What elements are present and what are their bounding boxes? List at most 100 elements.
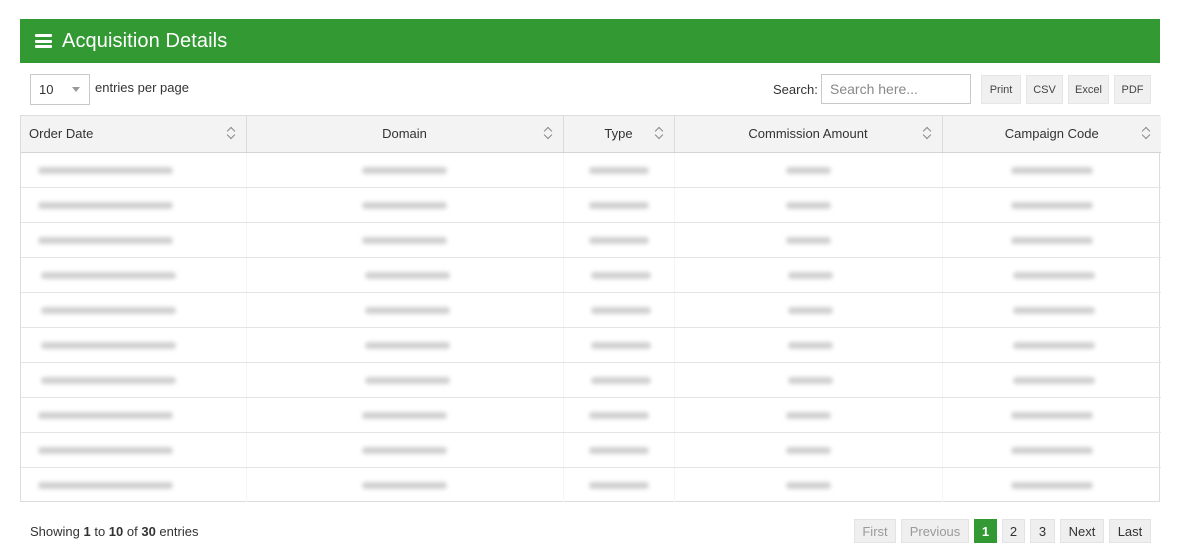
table-cell	[21, 187, 247, 223]
redacted-value	[785, 412, 831, 419]
column-label: Order Date	[29, 126, 94, 142]
print-button[interactable]: Print	[981, 75, 1021, 104]
redacted-value	[591, 272, 651, 279]
redacted-value	[785, 202, 831, 209]
table-cell	[246, 152, 564, 188]
redacted-value	[788, 342, 833, 349]
table-row[interactable]	[21, 397, 1161, 433]
table-row[interactable]	[21, 257, 1161, 293]
table-cell	[21, 292, 247, 328]
pagination-next[interactable]: Next	[1060, 519, 1104, 543]
hamburger-icon[interactable]	[35, 34, 52, 48]
redacted-value	[588, 237, 649, 244]
table-cell	[674, 222, 943, 258]
table-cell	[563, 397, 675, 433]
column-header-domain[interactable]: Domain	[246, 116, 564, 153]
sort-icon	[655, 127, 664, 140]
redacted-value	[588, 447, 649, 454]
redacted-value	[40, 342, 176, 349]
excel-export-button[interactable]: Excel	[1068, 75, 1109, 104]
redacted-value	[588, 202, 649, 209]
table-cell	[563, 292, 675, 328]
redacted-value	[364, 342, 450, 349]
info-to: to	[90, 524, 109, 539]
table-row[interactable]	[21, 327, 1161, 363]
table-cell	[674, 432, 943, 468]
table-cell	[21, 467, 247, 502]
redacted-value	[362, 482, 447, 490]
info-end: 10	[108, 524, 124, 539]
sort-icon	[227, 127, 236, 140]
pagination-last[interactable]: Last	[1109, 519, 1151, 543]
table-cell	[674, 362, 943, 398]
acquisition-table: Order Date Domain Type Commission Amount…	[20, 115, 1161, 502]
pagination-page-2[interactable]: 2	[1002, 519, 1025, 543]
table-row[interactable]	[21, 187, 1161, 223]
entries-per-page-select[interactable]: 10	[30, 74, 90, 105]
table-cell	[942, 432, 1161, 468]
pagination-first[interactable]: First	[854, 519, 896, 543]
search-input[interactable]	[821, 74, 971, 104]
table-info: Showing 1 to 10 of 30 entries	[30, 524, 198, 539]
table-row[interactable]	[21, 362, 1161, 398]
redacted-value	[788, 377, 833, 384]
pagination-page-3[interactable]: 3	[1030, 519, 1055, 543]
redacted-value	[1010, 447, 1093, 454]
column-header-commission-amount[interactable]: Commission Amount	[674, 116, 943, 153]
table-cell	[563, 467, 675, 502]
entries-per-page-label: entries per page	[95, 80, 189, 95]
redacted-value	[591, 342, 651, 349]
pagination-page-1[interactable]: 1	[974, 519, 997, 543]
redacted-value	[588, 482, 649, 490]
csv-export-button[interactable]: CSV	[1026, 75, 1063, 104]
sort-icon	[544, 127, 553, 140]
redacted-value	[785, 237, 831, 244]
table-row[interactable]	[21, 467, 1161, 502]
table-row[interactable]	[21, 152, 1161, 188]
table-header-row: Order Date Domain Type Commission Amount…	[21, 116, 1161, 153]
table-cell	[942, 397, 1161, 433]
column-label: Type	[604, 126, 633, 142]
entries-per-page-value: 10	[39, 82, 54, 97]
table-cell	[942, 362, 1161, 398]
table-row[interactable]	[21, 222, 1161, 258]
table-cell	[21, 397, 247, 433]
table-cell	[942, 222, 1161, 258]
redacted-value	[38, 202, 174, 209]
column-label: Domain	[382, 126, 427, 142]
panel-title: Acquisition Details	[62, 29, 228, 52]
table-cell	[674, 292, 943, 328]
redacted-value	[38, 237, 174, 244]
redacted-value	[364, 307, 450, 314]
table-cell	[674, 467, 943, 502]
table-cell	[21, 432, 247, 468]
table-cell	[246, 397, 564, 433]
column-header-campaign-code[interactable]: Campaign Code	[942, 116, 1161, 153]
pagination-previous[interactable]: Previous	[901, 519, 969, 543]
table-cell	[674, 257, 943, 293]
table-cell	[21, 152, 247, 188]
column-header-order-date[interactable]: Order Date	[21, 116, 247, 153]
info-suffix: entries	[155, 524, 199, 539]
redacted-value	[40, 272, 176, 279]
redacted-value	[38, 482, 174, 490]
search-label: Search:	[773, 82, 818, 97]
redacted-value	[1013, 307, 1096, 314]
table-cell	[942, 292, 1161, 328]
table-cell	[942, 257, 1161, 293]
redacted-value	[588, 167, 649, 174]
pdf-export-button[interactable]: PDF	[1114, 75, 1151, 104]
column-header-type[interactable]: Type	[563, 116, 675, 153]
redacted-value	[1010, 482, 1093, 490]
table-cell	[246, 187, 564, 223]
redacted-value	[38, 447, 174, 454]
table-row[interactable]	[21, 292, 1161, 328]
redacted-value	[364, 377, 450, 384]
sort-icon	[1142, 127, 1151, 140]
table-cell	[674, 397, 943, 433]
table-row[interactable]	[21, 432, 1161, 468]
table-cell	[246, 467, 564, 502]
redacted-value	[1013, 272, 1096, 279]
table-cell	[21, 327, 247, 363]
redacted-value	[788, 272, 833, 279]
